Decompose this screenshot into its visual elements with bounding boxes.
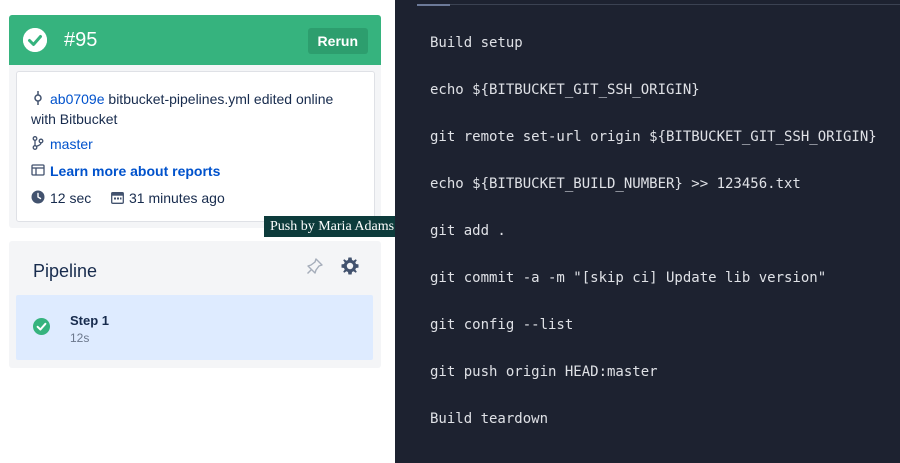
step-success-icon [33,318,50,335]
success-check-icon [23,28,47,52]
log-line[interactable]: git remote set-url origin ${BITBUCKET_GI… [430,129,877,145]
log-line[interactable]: git add . [430,223,506,239]
log-line[interactable]: Build teardown [430,411,548,427]
build-log-panel: Build setup echo ${BITBUCKET_GIT_SSH_ORI… [395,0,900,463]
gear-icon[interactable] [340,256,360,276]
calendar-icon [111,192,124,204]
build-duration: 12 sec [50,190,92,206]
log-line[interactable]: git push origin HEAD:master [430,364,658,380]
rerun-button[interactable]: Rerun [307,28,368,54]
reports-icon [31,164,45,176]
pin-icon[interactable] [306,257,324,275]
build-status-header: #95 Rerun [9,15,381,65]
clock-icon [31,190,45,204]
step-duration: 12s [70,331,90,345]
log-tab-divider [450,4,900,5]
commit-hash-link[interactable]: ab0709e [50,91,105,107]
step-name: Step 1 [70,313,110,328]
log-line[interactable]: echo ${BITBUCKET_BUILD_NUMBER} >> 123456… [430,176,801,192]
pipeline-panel: Pipeline Step 1 12s [9,241,381,368]
commit-info-card: ab0709e bitbucket-pipelines.yml edited o… [16,71,375,222]
pipeline-title: Pipeline [33,261,98,281]
build-number: #95 [64,29,98,51]
log-line[interactable]: Build setup [430,35,523,51]
commit-icon [34,91,42,105]
branch-link[interactable]: master [50,136,93,152]
commit-row: ab0709e bitbucket-pipelines.yml edited o… [31,89,370,129]
learn-more-reports-link[interactable]: Learn more about reports [50,163,220,179]
branch-row: master [31,134,93,154]
log-line[interactable]: echo ${BITBUCKET_GIT_SSH_ORIGIN} [430,82,700,98]
pipeline-step[interactable]: Step 1 12s [16,295,373,360]
log-line[interactable]: git commit -a -m "[skip ci] Update lib v… [430,270,826,286]
reports-row: Learn more about reports [31,161,220,181]
build-info-panel: ab0709e bitbucket-pipelines.yml edited o… [9,65,381,228]
commit-message-cont: with Bitbucket [31,111,118,127]
log-line[interactable]: git config --list [430,317,573,333]
commit-message: bitbucket-pipelines.yml edited online [108,91,334,107]
build-time-ago: 31 minutes ago [129,190,225,206]
branch-icon [32,136,44,150]
log-tab-indicator [417,4,450,6]
